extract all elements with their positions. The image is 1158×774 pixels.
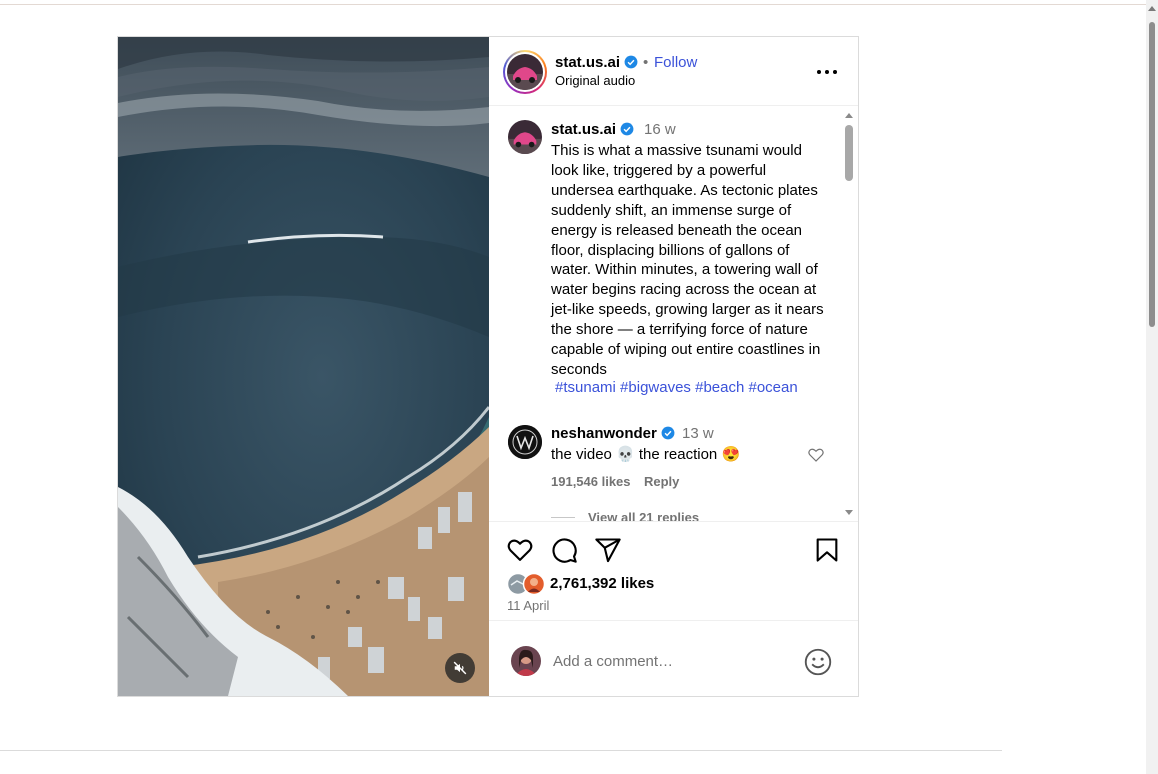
caption-username[interactable]: stat.us.ai <box>551 121 634 138</box>
browser-top-divider <box>0 4 1146 5</box>
add-comment-section <box>489 620 858 696</box>
page-scrollbar[interactable] <box>1146 0 1158 774</box>
header-separator: • <box>643 54 649 71</box>
emoji-picker-icon[interactable] <box>804 648 832 676</box>
page-bottom-divider <box>0 750 1002 751</box>
comment-likes-count[interactable]: 191,546 likes <box>551 474 631 489</box>
mute-button[interactable] <box>445 653 475 683</box>
post-likes-count[interactable]: 2,761,392 likes <box>550 575 654 592</box>
comment-timestamp[interactable]: 13 w <box>682 425 714 442</box>
post-card: stat.us.ai • Follow Original audio stat.… <box>117 36 859 697</box>
pink-car-avatar-image <box>507 54 543 90</box>
verified-badge-icon <box>624 55 638 69</box>
comment-like-heart-icon[interactable] <box>807 446 825 464</box>
hashtag-link[interactable]: #beach <box>695 379 744 396</box>
original-audio-link[interactable]: Original audio <box>555 73 635 88</box>
verified-badge-icon <box>620 122 634 136</box>
post-details-panel: stat.us.ai • Follow Original audio stat.… <box>489 37 858 696</box>
scroll-up-arrow-icon[interactable] <box>1148 6 1156 11</box>
author-username[interactable]: stat.us.ai <box>555 54 638 71</box>
liker-avatars-image <box>506 572 546 596</box>
comments-scrollbar[interactable] <box>844 111 854 518</box>
wd-logo-avatar-image <box>508 425 542 459</box>
follow-button[interactable]: Follow <box>654 54 697 71</box>
comment-bubble-icon[interactable] <box>550 536 578 564</box>
story-ring[interactable] <box>503 50 547 94</box>
hashtag-link[interactable]: #tsunami <box>555 379 616 396</box>
scroll-up-arrow-icon[interactable] <box>845 113 853 118</box>
hashtag-link[interactable]: #bigwaves <box>620 379 691 396</box>
comments-scroll-area[interactable]: stat.us.ai 16 w This is what a massive t… <box>489 107 858 522</box>
commenter-avatar[interactable] <box>508 425 542 459</box>
caption-author-avatar[interactable] <box>508 120 542 154</box>
save-bookmark-icon[interactable] <box>813 536 841 564</box>
tsunami-video-frame <box>118 37 489 696</box>
comment-text: the video 💀 the reaction 😍 <box>551 446 741 463</box>
author-avatar[interactable] <box>507 54 543 90</box>
current-user-avatar[interactable] <box>511 646 541 676</box>
comment-input[interactable] <box>553 647 793 675</box>
liker-avatars[interactable] <box>506 572 547 596</box>
verified-badge-icon <box>661 426 675 440</box>
speaker-muted-icon <box>453 661 467 675</box>
pink-car-avatar-image <box>508 120 542 154</box>
like-heart-icon[interactable] <box>506 536 534 564</box>
post-video[interactable] <box>118 37 489 696</box>
share-paper-plane-icon[interactable] <box>594 536 622 564</box>
post-header: stat.us.ai • Follow Original audio <box>489 37 858 106</box>
caption-text: This is what a massive tsunami would loo… <box>551 142 824 378</box>
post-date[interactable]: 11 April <box>507 598 549 613</box>
commenter-username[interactable]: neshanwonder <box>551 425 675 442</box>
replies-divider-line <box>551 517 575 518</box>
page-scrollbar-thumb[interactable] <box>1149 22 1155 327</box>
more-options-icon[interactable] <box>815 62 839 82</box>
reply-button[interactable]: Reply <box>644 474 679 489</box>
view-replies-button[interactable]: View all 21 replies <box>588 510 699 521</box>
hashtag-link[interactable]: #ocean <box>749 379 798 396</box>
comments-scrollbar-thumb[interactable] <box>845 125 853 181</box>
caption-hashtags: #tsunami #bigwaves #beach #ocean <box>555 379 798 396</box>
caption-timestamp[interactable]: 16 w <box>644 121 676 138</box>
scroll-down-arrow-icon[interactable] <box>845 510 853 515</box>
user-avatar-image <box>511 646 541 676</box>
post-actions: 2,761,392 likes 11 April <box>489 522 858 620</box>
